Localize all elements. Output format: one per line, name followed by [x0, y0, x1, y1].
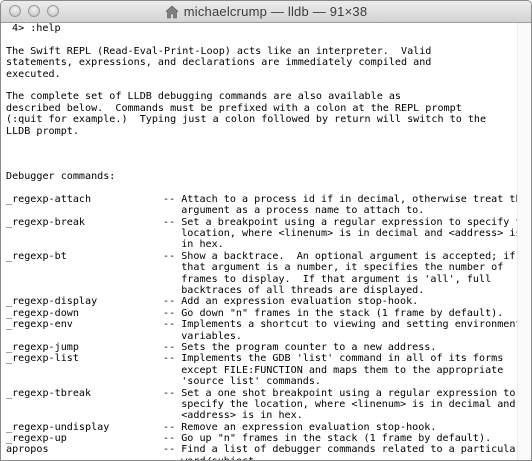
command-row: in hex. [6, 239, 517, 250]
command-description: -- Implements the GDB 'list' command in … [163, 353, 504, 365]
command-description: -- Attach to a process id if in decimal,… [163, 193, 517, 205]
command-row: backtraces of all threads are displayed. [6, 285, 517, 296]
command-description: -- Go up "n" frames in the stack (1 fram… [163, 433, 492, 445]
command-name-spacer [6, 285, 163, 296]
intro-text-line: described below. Commands must be prefix… [6, 102, 462, 114]
command-row: specify the location, where <linenum> is… [6, 399, 517, 410]
command-row: _regexp-attach -- Attach to a process id … [6, 194, 517, 205]
command-description: in hex. [163, 239, 224, 251]
command-row: 'source list' commands. [6, 376, 517, 387]
command-row: that argument is a number, it specifies … [6, 262, 517, 273]
terminal-window: michaelcrump — lldb — 91×38 4> :help The … [0, 0, 532, 461]
command-name-spacer [6, 228, 163, 239]
section-header: Debugger commands: [6, 171, 116, 183]
command-description: variables. [163, 330, 243, 342]
command-description: -- Find a list of debugger commands rela… [163, 444, 517, 456]
command-description: 'source list' commands. [163, 376, 322, 388]
command-row: _regexp-display -- Add an expression eval… [6, 296, 517, 307]
command-name-spacer [6, 410, 163, 421]
command-row: except FILE:FUNCTION and maps them to th… [6, 365, 517, 376]
command-name-spacer [6, 376, 163, 387]
command-name-spacer [6, 239, 163, 250]
command-name: _regexp-attach [6, 193, 92, 205]
command-row: variables. [6, 331, 517, 342]
command-description: -- Implements a shortcut to viewing and … [163, 319, 517, 331]
terminal-output[interactable]: 4> :help The Swift REPL (Read-Eval-Print-… [1, 23, 517, 460]
command-name: _regexp-display [6, 296, 98, 308]
command-row: argument as a process name to attach to. [6, 205, 517, 216]
command-description: specify the location, where <linenum> is… [163, 398, 516, 410]
command-description: -- Add an expression evaluation stop-hoo… [163, 296, 419, 308]
command-row: _regexp-list -- Implements the GDB 'list'… [6, 353, 517, 364]
command-name: apropos [6, 444, 49, 456]
command-description: -- Remove an expression evaluation stop-… [163, 421, 437, 433]
command-description: -- Show a backtrace. An optional argumen… [163, 250, 516, 262]
command-name: _regexp-bt [6, 250, 67, 262]
command-name-spacer [6, 331, 163, 342]
command-row: <address> is in hex. [6, 410, 517, 421]
command-row: apropos -- Find a list of debugger comman… [6, 444, 517, 455]
command-name-spacer [6, 456, 163, 460]
command-row: _regexp-tbreak -- Set a one shot breakpoi… [6, 388, 517, 399]
command-description: backtraces of all threads are displayed. [163, 284, 425, 296]
command-row: frames to display. If that argument is '… [6, 274, 517, 285]
command-name-spacer [6, 365, 163, 376]
intro-text-line: The Swift REPL (Read-Eval-Print-Loop) ac… [6, 45, 432, 57]
intro-text-line: statements, expressions, and declaration… [6, 57, 432, 69]
vertical-scrollbar[interactable] [517, 23, 531, 460]
command-name: _regexp-undisplay [6, 421, 110, 433]
intro-text-line: executed. [6, 68, 61, 80]
command-name-spacer [6, 399, 163, 410]
command-row: _regexp-env -- Implements a shortcut to v… [6, 319, 517, 330]
command-name: _regexp-list [6, 353, 79, 365]
command-description: location, where <linenum> is in decimal … [163, 228, 517, 240]
command-name: _regexp-down [6, 307, 79, 319]
command-description: -- Set a one shot breakpoint using a reg… [163, 387, 516, 399]
home-folder-icon [164, 5, 179, 19]
command-description: frames to display. If that argument is '… [163, 273, 492, 285]
command-name-spacer [6, 274, 163, 285]
command-description: -- Sets the program counter to a new add… [163, 341, 437, 353]
command-row: location, where <linenum> is in decimal … [6, 228, 517, 239]
command-name: _regexp-tbreak [6, 387, 92, 399]
window-title-group: michaelcrump — lldb — 91×38 [1, 1, 531, 22]
command-row: _regexp-up -- Go up "n" frames in the sta… [6, 433, 517, 444]
intro-text-line: (:quit for example.) Typing just a colon… [6, 114, 487, 126]
command-description: -- Go down "n" frames in the stack (1 fr… [163, 307, 504, 319]
command-description: <address> is in hex. [163, 410, 303, 422]
command-row: _regexp-jump -- Sets the program counter … [6, 342, 517, 353]
command-name: _regexp-up [6, 433, 67, 445]
window-title: michaelcrump — lldb — 91×38 [183, 4, 368, 19]
command-row: _regexp-break -- Set a breakpoint using a… [6, 217, 517, 228]
command-description: word/subject. [163, 456, 260, 460]
command-row: word/subject. [6, 456, 517, 460]
intro-text-line: LLDB prompt. [6, 125, 79, 137]
intro-text-line: The complete set of LLDB debugging comma… [6, 91, 402, 103]
command-row: _regexp-undisplay -- Remove an expression… [6, 422, 517, 433]
command-row: _regexp-bt -- Show a backtrace. An option… [6, 251, 517, 262]
command-name-spacer [6, 205, 163, 216]
command-row: _regexp-down -- Go down "n" frames in the… [6, 308, 517, 319]
command-description: argument as a process name to attach to. [163, 205, 425, 217]
command-name: _regexp-break [6, 216, 86, 228]
prompt-line: 4> :help [12, 23, 61, 34]
command-name: _regexp-jump [6, 341, 79, 353]
command-description: except FILE:FUNCTION and maps them to th… [163, 364, 504, 376]
command-description: -- Set a breakpoint using a regular expr… [163, 216, 517, 228]
title-bar[interactable]: michaelcrump — lldb — 91×38 [1, 1, 531, 23]
command-name-spacer [6, 262, 163, 273]
command-name: _regexp-env [6, 319, 73, 331]
command-description: that argument is a number, it specifies … [163, 262, 504, 274]
